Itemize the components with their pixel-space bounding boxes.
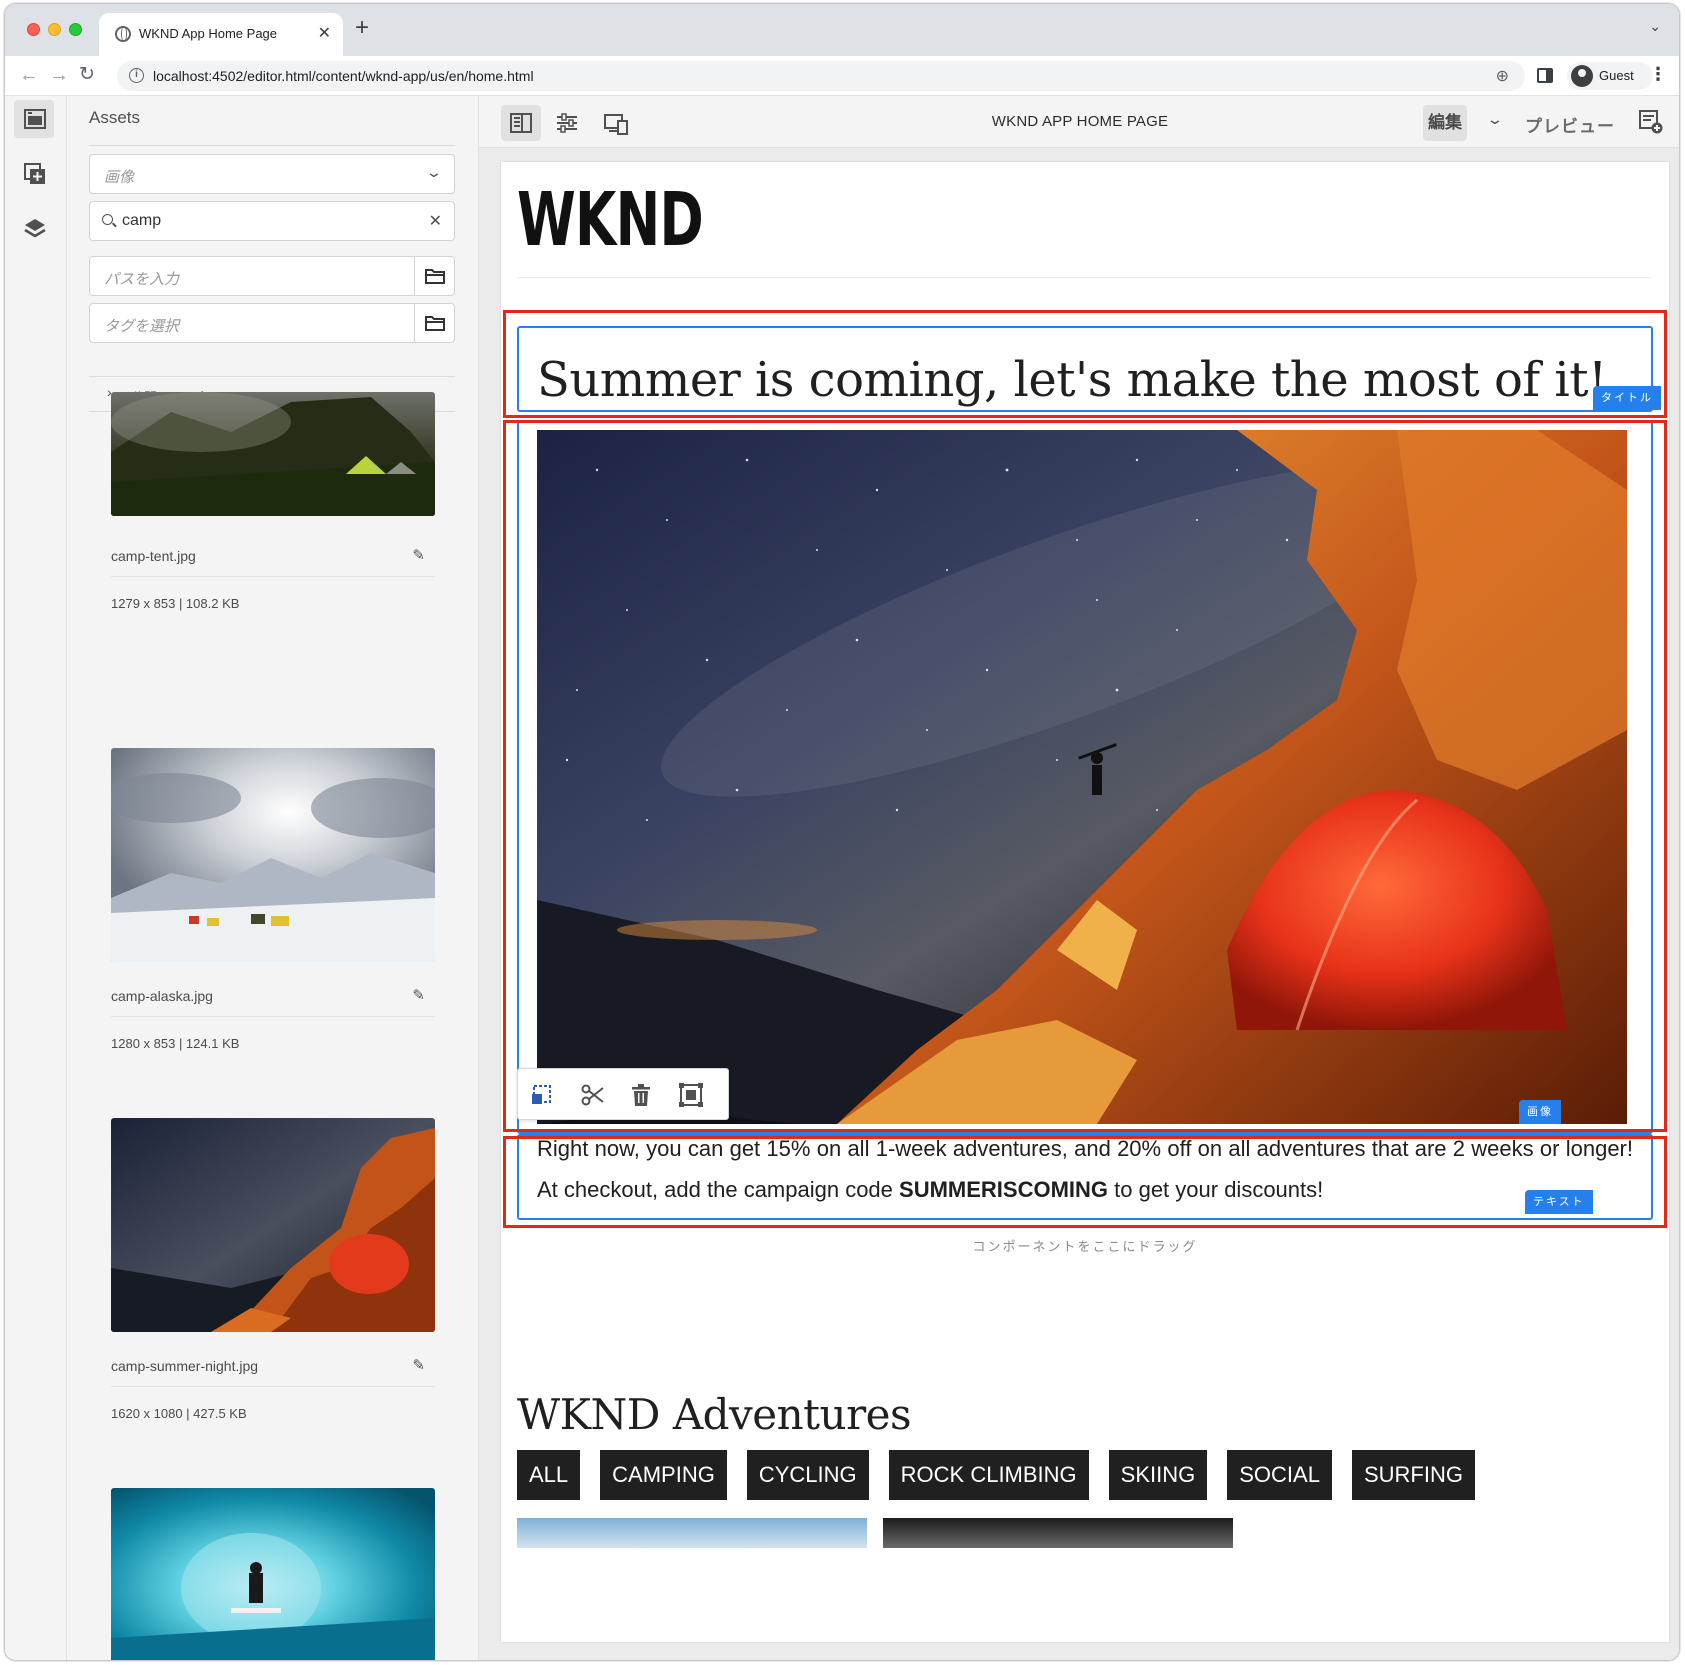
components-rail-button[interactable]: [14, 154, 54, 192]
adventure-filters: ALL CAMPING CYCLING ROCK CLIMBING SKIING…: [517, 1450, 1475, 1500]
search-icon: [102, 214, 113, 225]
adventure-tile-image[interactable]: [517, 1518, 867, 1548]
asset-name: camp-tent.jpg: [111, 548, 196, 564]
divider: [89, 145, 455, 146]
publish-icon: [1639, 110, 1663, 134]
highlight-box: [503, 310, 1667, 418]
tab-strip: WKND App Home Page ✕ + ⌄: [5, 4, 1679, 56]
new-tab-button[interactable]: +: [355, 16, 369, 40]
filter-skiing[interactable]: SKIING: [1108, 1450, 1208, 1500]
profile-name: Guest: [1599, 68, 1634, 83]
filter-rock-climbing[interactable]: ROCK CLIMBING: [888, 1450, 1089, 1500]
close-tab-icon[interactable]: ✕: [318, 23, 331, 43]
adventures-heading: WKND Adventures: [517, 1390, 912, 1439]
assets-icon: [24, 109, 46, 129]
asset-thumbnail[interactable]: [111, 748, 435, 962]
filter-surfing[interactable]: SURFING: [1351, 1450, 1475, 1500]
asset-name: camp-alaska.jpg: [111, 988, 213, 1004]
tag-field[interactable]: タグを選択: [89, 303, 455, 343]
adventure-tile-image[interactable]: [883, 1518, 1233, 1548]
side-rail: [5, 96, 67, 1660]
asset-thumbnail[interactable]: [111, 1488, 435, 1660]
components-icon: [24, 163, 45, 184]
chevron-down-icon: ⌄: [425, 164, 443, 180]
asset-thumbnail[interactable]: [111, 1118, 435, 1332]
browser-window: WKND App Home Page ✕ + ⌄ ← → ↻ i localho…: [4, 3, 1680, 1661]
tab-title: WKND App Home Page: [139, 26, 278, 41]
clear-icon[interactable]: ✕: [429, 211, 442, 231]
url-field[interactable]: i localhost:4502/editor.html/content/wkn…: [117, 61, 1525, 91]
assets-panel: Assets 画像 ⌄ camp ✕ パスを入力 タグを選択 › 公開ステータス: [67, 96, 479, 1660]
publish-page-button[interactable]: [1639, 110, 1663, 139]
asset-name: camp-summer-night.jpg: [111, 1358, 259, 1374]
address-bar: ← → ↻ i localhost:4502/editor.html/conte…: [5, 56, 1679, 96]
folder-icon: [425, 316, 445, 331]
highlight-box: [503, 1136, 1667, 1228]
pencil-icon[interactable]: ✎: [412, 986, 425, 1004]
browser-menu-icon[interactable]: ⋮: [1649, 64, 1667, 85]
minimize-window-button[interactable]: [48, 23, 61, 36]
asset-meta: 1280 x 853 | 124.1 KB: [111, 1036, 240, 1051]
content-tree-rail-button[interactable]: [14, 208, 54, 246]
profile-button[interactable]: Guest: [1567, 62, 1653, 90]
side-panel-icon[interactable]: [1537, 68, 1553, 83]
path-field[interactable]: パスを入力: [89, 256, 455, 296]
asset-meta: 1279 x 853 | 108.2 KB: [111, 596, 240, 611]
forward-arrow-icon[interactable]: →: [49, 64, 69, 86]
filter-cycling[interactable]: CYCLING: [746, 1450, 869, 1500]
tag-browse-button[interactable]: [414, 304, 454, 342]
search-input[interactable]: camp ✕: [89, 201, 455, 241]
site-logo[interactable]: WKND: [517, 180, 704, 260]
asset-type-select[interactable]: 画像 ⌄: [89, 154, 455, 194]
asset-meta: 1620 x 1080 | 427.5 KB: [111, 1406, 247, 1421]
highlight-box: [503, 420, 1667, 1132]
preview-mode-button[interactable]: プレビュー: [1525, 112, 1615, 137]
pencil-icon[interactable]: ✎: [412, 1356, 425, 1374]
editor-toolbar: WKND APP HOME PAGE 編集 ⌄ プレビュー: [479, 96, 1679, 148]
layers-icon: [24, 219, 46, 238]
page-frame: WKND Summer is coming, let's make the mo…: [501, 162, 1669, 1642]
url-text: localhost:4502/editor.html/content/wknd-…: [153, 68, 534, 84]
path-placeholder: パスを入力: [104, 271, 180, 288]
filter-camping[interactable]: CAMPING: [600, 1450, 727, 1500]
asset-type-value: 画像: [104, 169, 135, 186]
panel-title: Assets: [89, 108, 141, 127]
globe-icon: [115, 26, 131, 42]
avatar: [1571, 65, 1593, 87]
maximize-window-button[interactable]: [69, 23, 82, 36]
close-window-button[interactable]: [27, 23, 40, 36]
drop-zone-placeholder[interactable]: コンポーネントをここにドラッグ: [501, 1236, 1669, 1255]
divider: [111, 1386, 435, 1387]
edit-mode-button[interactable]: 編集: [1423, 105, 1467, 141]
path-browse-button[interactable]: [414, 257, 454, 295]
folder-icon: [425, 269, 445, 284]
tab-search-chevron-icon[interactable]: ⌄: [1649, 18, 1661, 35]
tag-placeholder: タグを選択: [104, 318, 180, 335]
reload-icon[interactable]: ↻: [79, 64, 95, 86]
back-arrow-icon[interactable]: ←: [19, 64, 39, 86]
divider: [517, 277, 1653, 278]
chevron-down-icon[interactable]: ⌄: [1486, 111, 1504, 128]
asset-thumbnail[interactable]: [111, 392, 435, 516]
browser-tab[interactable]: WKND App Home Page ✕: [99, 13, 343, 56]
filter-social[interactable]: SOCIAL: [1227, 1450, 1332, 1500]
pencil-icon[interactable]: ✎: [412, 546, 425, 564]
zoom-icon[interactable]: ⊕: [1496, 66, 1509, 86]
editor-canvas: WKND Summer is coming, let's make the mo…: [479, 148, 1679, 1660]
divider: [111, 576, 435, 577]
site-info-icon[interactable]: i: [129, 68, 144, 83]
search-value: camp: [122, 212, 162, 229]
assets-rail-button[interactable]: [14, 100, 54, 138]
filter-all[interactable]: ALL: [517, 1450, 581, 1500]
divider: [111, 1016, 435, 1017]
